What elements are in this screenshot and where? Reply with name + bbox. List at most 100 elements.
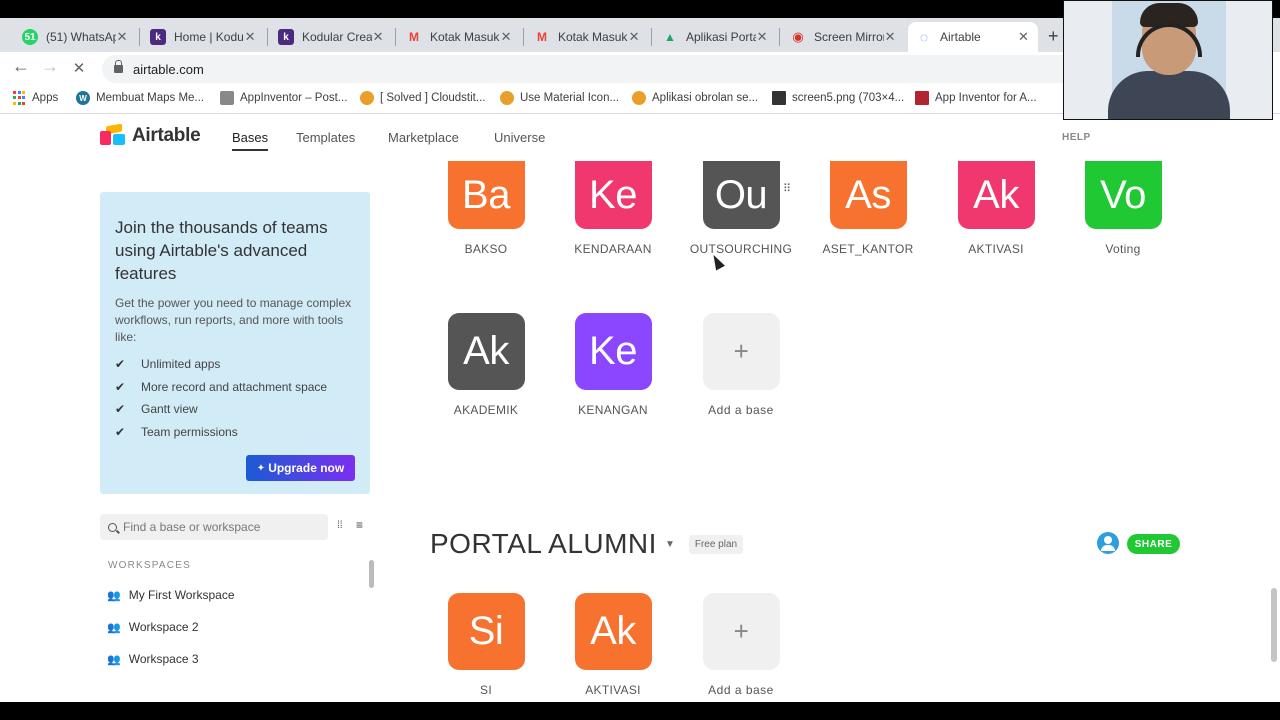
close-icon[interactable]: ✕ xyxy=(756,29,768,45)
nav-marketplace[interactable]: Marketplace xyxy=(388,130,459,145)
base-card[interactable]: Ke KENDARAAN xyxy=(558,161,668,256)
collaborator-avatar[interactable] xyxy=(1097,532,1119,554)
base-card[interactable]: Ak AKADEMIK xyxy=(431,313,541,417)
gmail-icon: M xyxy=(537,30,547,44)
tab-gmail-1[interactable]: M Kotak Masuk ✕ xyxy=(398,22,520,52)
base-card[interactable]: Si SI xyxy=(431,593,541,697)
tab-airtable[interactable]: ◌ Airtable ✕ xyxy=(908,22,1038,52)
airtable-logo[interactable]: Airtable xyxy=(100,123,201,147)
base-tile: Ak xyxy=(447,313,525,390)
bookmark-item[interactable]: AppInventor – Post... xyxy=(220,91,347,105)
tab-separator xyxy=(779,28,780,46)
nav-universe[interactable]: Universe xyxy=(494,130,545,145)
logo-text: Airtable xyxy=(132,125,201,146)
bookmark-label: App Inventor for A... xyxy=(935,92,1037,104)
people-icon: 👥 xyxy=(107,621,121,634)
tab-title: Kotak Masuk xyxy=(430,30,500,44)
people-icon: 👥 xyxy=(107,589,121,602)
close-icon[interactable]: ✕ xyxy=(628,29,640,45)
grid-view-icon[interactable]: ⁞⁞ xyxy=(337,520,343,531)
search-icon xyxy=(108,522,117,532)
bookmark-label: screen5.png (703×4... xyxy=(792,92,905,104)
tab-title: Screen Mirroring xyxy=(814,30,884,44)
check-icon: ✔ xyxy=(115,357,126,372)
base-card[interactable]: Ke KENANGAN xyxy=(558,313,668,417)
base-card[interactable]: Ak AKTIVASI xyxy=(558,593,668,697)
workspace-item[interactable]: 👥 My First Workspace xyxy=(107,588,235,602)
upgrade-now-button[interactable]: ✦ Upgrade now xyxy=(246,455,355,481)
nav-templates[interactable]: Templates xyxy=(296,130,355,145)
workspace-item[interactable]: 👥 Workspace 2 xyxy=(107,620,199,634)
add-base-button[interactable]: + Add a base xyxy=(686,313,796,417)
workspace-title[interactable]: PORTAL ALUMNI xyxy=(430,528,657,560)
back-button[interactable]: ← xyxy=(8,56,34,77)
base-card[interactable]: Ou OUTSOURCHING xyxy=(686,161,796,256)
upgrade-promo-card: Join the thousands of teams using Airtab… xyxy=(100,192,370,494)
nav-bases[interactable]: Bases xyxy=(232,130,269,151)
help-link[interactable]: HELP xyxy=(1062,132,1091,143)
base-tile: Ou xyxy=(702,161,780,229)
bookmark-label: [ Solved ] Cloudstit... xyxy=(380,92,486,104)
stop-loading-button[interactable]: ✕ xyxy=(66,59,92,77)
bookmark-label: Membuat Maps Me... xyxy=(96,92,205,104)
tab-gmail-2[interactable]: M Kotak Masuk ✕ xyxy=(526,22,648,52)
tab-whatsapp[interactable]: 51 (51) WhatsApp ✕ xyxy=(14,22,136,52)
base-tile: Vo xyxy=(1084,161,1162,229)
google-drive-icon: ▲ xyxy=(664,30,676,44)
bookmark-item[interactable]: App Inventor for A... xyxy=(915,91,1037,105)
tab-title: Aplikasi Portal xyxy=(686,30,757,44)
share-button[interactable]: SHARE xyxy=(1127,534,1180,554)
workspace-label: Workspace 2 xyxy=(128,620,199,634)
bookmark-item[interactable]: W Membuat Maps Me... xyxy=(76,91,204,105)
search-input[interactable]: Find a base or workspace xyxy=(100,514,328,540)
base-card[interactable]: Vo Voting xyxy=(1068,161,1178,256)
base-tile: Ke xyxy=(574,313,652,390)
feature-label: More record and attachment space xyxy=(141,379,328,394)
bookmark-item[interactable]: screen5.png (703×4... xyxy=(772,91,904,105)
check-icon: ✔ xyxy=(115,424,126,439)
new-tab-button[interactable]: + xyxy=(1048,26,1059,47)
workspace-item[interactable]: 👥 Workspace 3 xyxy=(107,652,199,666)
close-icon[interactable]: ✕ xyxy=(116,29,128,45)
bookmark-item[interactable]: Aplikasi obrolan se... xyxy=(632,91,758,105)
tab-separator xyxy=(395,28,396,46)
tab-google-drive[interactable]: ▲ Aplikasi Portal ✕ xyxy=(654,22,776,52)
close-icon[interactable]: ✕ xyxy=(244,29,256,45)
forward-button[interactable]: → xyxy=(37,56,63,77)
screen-mirror-icon: ◉ xyxy=(792,29,804,44)
promo-title: Join the thousands of teams using Airtab… xyxy=(115,218,328,283)
base-card[interactable]: As ASET_KANTOR xyxy=(813,161,923,256)
workspace-label: Workspace 3 xyxy=(128,652,199,666)
close-icon[interactable]: ✕ xyxy=(500,29,512,45)
close-icon[interactable]: ✕ xyxy=(884,29,896,45)
drag-handle-icon[interactable]: ⠿ xyxy=(783,182,791,195)
plus-icon: + xyxy=(702,313,780,390)
feature-label: Unlimited apps xyxy=(141,357,221,372)
add-base-button[interactable]: + Add a base xyxy=(686,593,796,697)
tab-kodular-home[interactable]: k Home | Kodular ✕ xyxy=(142,22,264,52)
whatsapp-icon: 51 xyxy=(22,29,38,45)
bookmark-apps[interactable]: Apps xyxy=(12,91,58,105)
chevron-down-icon[interactable]: ▼ xyxy=(665,539,675,550)
tab-kodular-creator[interactable]: k Kodular Creator ✕ xyxy=(270,22,392,52)
bookmark-item[interactable]: Use Material Icon... xyxy=(500,91,619,105)
page-scrollbar[interactable] xyxy=(1271,588,1277,662)
bookmark-label: Use Material Icon... xyxy=(520,92,620,104)
tab-screen-mirror[interactable]: ◉ Screen Mirroring ✕ xyxy=(782,22,904,52)
tab-separator xyxy=(651,28,652,46)
address-bar[interactable]: airtable.com xyxy=(102,55,1102,83)
people-icon: 👥 xyxy=(107,653,121,666)
add-base-label: Add a base xyxy=(708,403,774,417)
base-card[interactable]: Ba BAKSO xyxy=(431,161,541,256)
list-view-icon[interactable]: ≡ xyxy=(356,518,363,532)
tab-separator xyxy=(267,28,268,46)
loading-spinner-icon: ◌ xyxy=(919,29,929,45)
close-icon[interactable]: ✕ xyxy=(372,29,384,45)
bookmark-item[interactable]: [ Solved ] Cloudstit... xyxy=(360,91,485,105)
workspace-label: My First Workspace xyxy=(128,588,235,602)
close-icon[interactable]: ✕ xyxy=(1017,29,1030,45)
workspaces-heading: WORKSPACES xyxy=(108,560,191,571)
sidebar-scrollbar[interactable] xyxy=(369,560,374,588)
base-card[interactable]: Ak AKTIVASI xyxy=(941,161,1051,256)
base-tile: Si xyxy=(447,593,525,670)
